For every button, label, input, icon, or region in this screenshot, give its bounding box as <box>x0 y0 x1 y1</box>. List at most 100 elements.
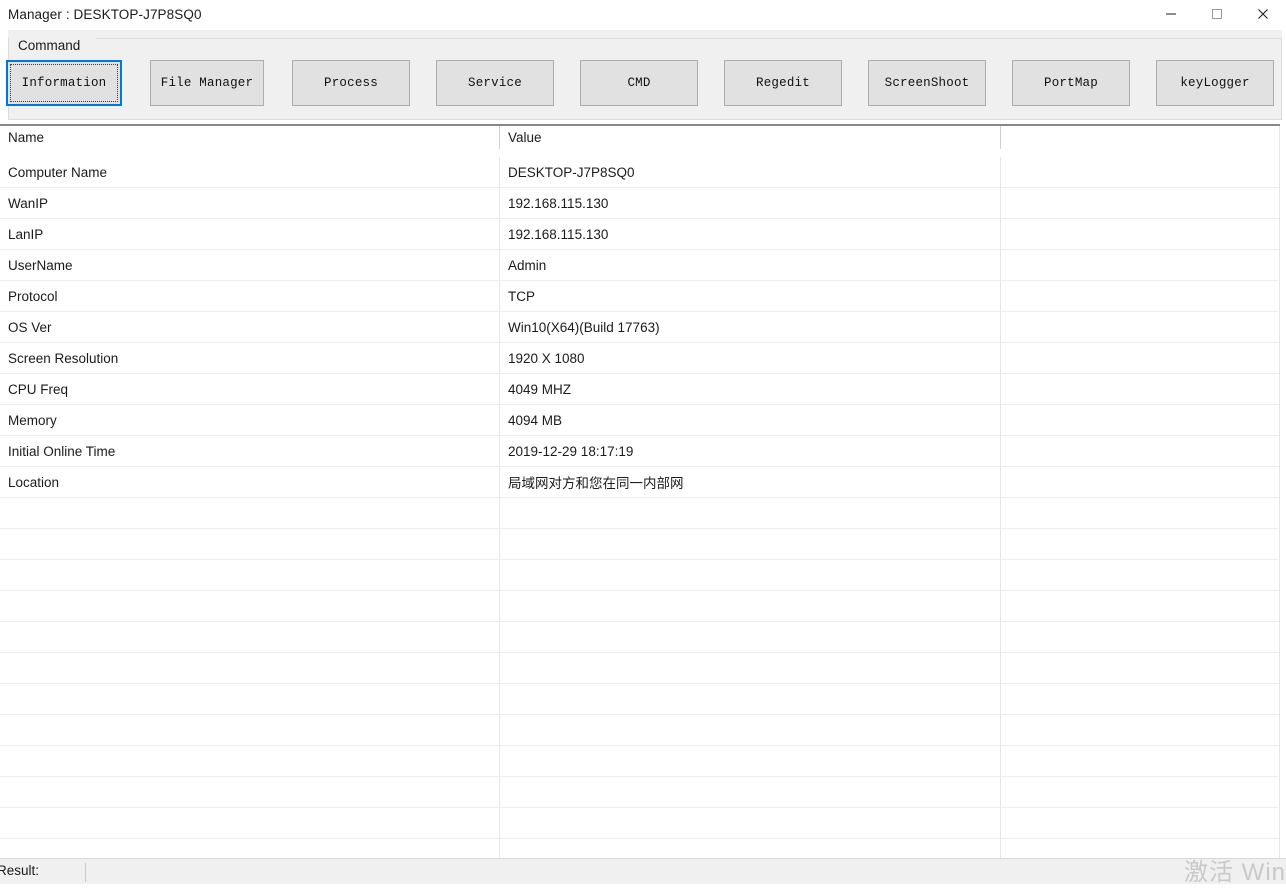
table-cell-empty <box>0 808 500 838</box>
command-button-label: PortMap <box>1044 76 1098 90</box>
table-cell-empty <box>1001 653 1279 683</box>
table-cell-empty <box>1001 839 1279 858</box>
table-cell-extra <box>1001 436 1279 466</box>
table-cell-extra <box>1001 157 1279 187</box>
table-row-empty[interactable] <box>0 529 1279 560</box>
table-cell-empty <box>0 529 500 559</box>
table-cell-empty <box>0 653 500 683</box>
table-cell-value: DESKTOP-J7P8SQ0 <box>500 157 1001 187</box>
table-cell-extra <box>1001 250 1279 280</box>
table-cell-empty <box>1001 560 1279 590</box>
command-button-information[interactable]: Information <box>6 60 122 106</box>
table-cell-name: OS Ver <box>0 312 500 342</box>
table-row-empty[interactable] <box>0 684 1279 715</box>
table-cell-name: Memory <box>0 405 500 435</box>
maximize-icon <box>1212 9 1222 19</box>
table-row[interactable]: Computer Name DESKTOP-J7P8SQ0 <box>0 157 1279 188</box>
table-row[interactable]: CPU Freq 4049 MHZ <box>0 374 1279 405</box>
table-row[interactable]: Location 局域网对方和您在同一内部网 <box>0 467 1279 498</box>
table-cell-value: 局域网对方和您在同一内部网 <box>500 467 1001 497</box>
table-cell-empty <box>500 560 1001 590</box>
command-button-regedit[interactable]: Regedit <box>724 60 842 106</box>
table-cell-extra <box>1001 281 1279 311</box>
table-row-empty[interactable] <box>0 622 1279 653</box>
command-button-service[interactable]: Service <box>436 60 554 106</box>
table-cell-name: WanIP <box>0 188 500 218</box>
table-cell-empty <box>500 591 1001 621</box>
command-button-screenshoot[interactable]: ScreenShoot <box>868 60 986 106</box>
column-header-value[interactable]: Value <box>500 126 1001 149</box>
table-row[interactable]: Protocol TCP <box>0 281 1279 312</box>
close-button[interactable] <box>1240 0 1286 28</box>
table-row[interactable]: OS Ver Win10(X64)(Build 17763) <box>0 312 1279 343</box>
table-cell-empty <box>0 622 500 652</box>
command-button-cmd[interactable]: CMD <box>580 60 698 106</box>
table-cell-empty <box>500 529 1001 559</box>
table-cell-empty <box>0 746 500 776</box>
table-row-empty[interactable] <box>0 715 1279 746</box>
table-cell-empty <box>500 715 1001 745</box>
column-header-name[interactable]: Name <box>0 126 500 149</box>
table-cell-empty <box>1001 498 1279 528</box>
table-cell-name: Initial Online Time <box>0 436 500 466</box>
table-cell-value: 2019-12-29 18:17:19 <box>500 436 1001 466</box>
table-cell-value: Admin <box>500 250 1001 280</box>
table-row-empty[interactable] <box>0 777 1279 808</box>
status-result-label: Result: <box>0 863 40 878</box>
table-row[interactable]: LanIP 192.168.115.130 <box>0 219 1279 250</box>
table-cell-extra <box>1001 312 1279 342</box>
table-header-row: Name Value <box>0 126 1279 157</box>
table-cell-empty <box>1001 808 1279 838</box>
command-button-row: Information File Manager Process Service CMD… <box>0 60 1286 106</box>
command-button-label: keyLogger <box>1180 76 1250 90</box>
table-row-empty[interactable] <box>0 746 1279 777</box>
column-header-extra <box>1001 126 1279 157</box>
table-row[interactable]: WanIP 192.168.115.130 <box>0 188 1279 219</box>
command-button-file-manager[interactable]: File Manager <box>150 60 264 106</box>
table-cell-name: UserName <box>0 250 500 280</box>
table-cell-value: 192.168.115.130 <box>500 219 1001 249</box>
command-groupbox-label: Command <box>14 37 85 55</box>
table-row[interactable]: Initial Online Time 2019-12-29 18:17:19 <box>0 436 1279 467</box>
table-cell-name: LanIP <box>0 219 500 249</box>
command-button-label: Information <box>21 76 107 90</box>
table-cell-extra <box>1001 188 1279 218</box>
table-cell-empty <box>500 777 1001 807</box>
table-cell-value: 4049 MHZ <box>500 374 1001 404</box>
table-row-empty[interactable] <box>0 591 1279 622</box>
table-row[interactable]: Screen Resolution 1920 X 1080 <box>0 343 1279 374</box>
table-cell-value: TCP <box>500 281 1001 311</box>
command-button-label: Service <box>468 76 522 90</box>
table-cell-name: Computer Name <box>0 157 500 187</box>
command-groupbox-top-rule <box>96 38 1282 39</box>
table-cell-name: Screen Resolution <box>0 343 500 373</box>
table-cell-name: Protocol <box>0 281 500 311</box>
table-row[interactable]: UserName Admin <box>0 250 1279 281</box>
table-row-empty[interactable] <box>0 653 1279 684</box>
table-cell-empty <box>500 684 1001 714</box>
table-row[interactable]: Memory 4094 MB <box>0 405 1279 436</box>
command-button-label: CMD <box>627 76 651 90</box>
table-cell-empty <box>1001 777 1279 807</box>
table-cell-value: 4094 MB <box>500 405 1001 435</box>
table-cell-extra <box>1001 374 1279 404</box>
command-button-portmap[interactable]: PortMap <box>1012 60 1130 106</box>
command-button-label: Regedit <box>756 76 810 90</box>
table-cell-empty <box>500 746 1001 776</box>
table-cell-extra <box>1001 405 1279 435</box>
table-row-empty[interactable] <box>0 498 1279 529</box>
table-row-empty[interactable] <box>0 839 1279 858</box>
command-button-label: File Manager <box>160 76 254 90</box>
table-row-empty[interactable] <box>0 560 1279 591</box>
table-cell-empty <box>0 560 500 590</box>
command-button-process[interactable]: Process <box>292 60 410 106</box>
table-cell-empty <box>500 839 1001 858</box>
table-cell-empty <box>500 653 1001 683</box>
table-cell-value: 1920 X 1080 <box>500 343 1001 373</box>
title-bar: Manager : DESKTOP-J7P8SQ0 <box>0 0 1286 28</box>
command-button-keylogger[interactable]: keyLogger <box>1156 60 1274 106</box>
minimize-button[interactable] <box>1148 0 1194 28</box>
maximize-button[interactable] <box>1194 0 1240 28</box>
table-row-empty[interactable] <box>0 808 1279 839</box>
table-cell-empty <box>500 498 1001 528</box>
